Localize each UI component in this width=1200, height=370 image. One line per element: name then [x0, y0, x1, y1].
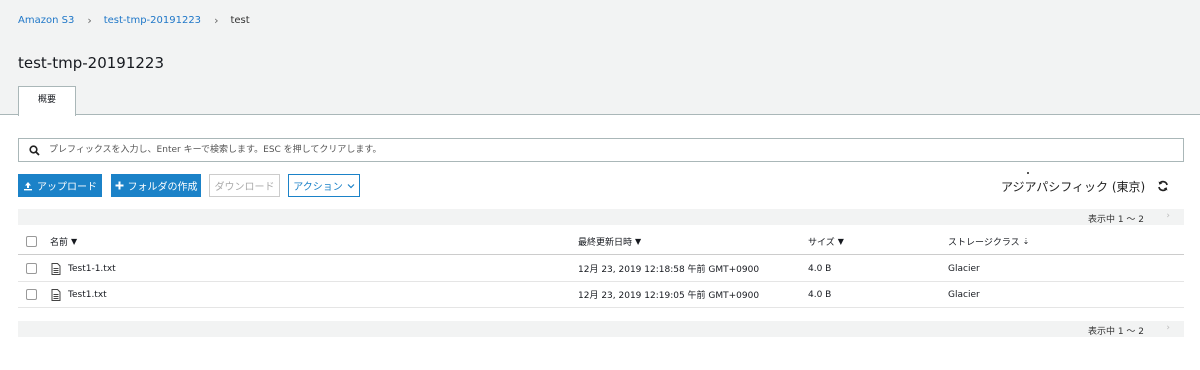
create-folder-button[interactable]: フォルダの作成 — [111, 174, 201, 197]
file-name-link[interactable]: Test1.txt — [68, 290, 107, 300]
decorative-dot — [1027, 172, 1029, 174]
select-all-checkbox-cell — [26, 229, 37, 254]
file-icon — [51, 288, 61, 301]
chevron-right-icon: › — [214, 14, 219, 27]
storage-class-cell: Glacier — [948, 263, 980, 274]
storage-class-cell: Glacier — [948, 289, 980, 300]
upload-button[interactable]: アップロード — [18, 174, 102, 197]
pager-top: 表示中 1 ～ 2 › — [18, 209, 1184, 225]
create-folder-button-label: フォルダの作成 — [127, 182, 198, 193]
column-size[interactable]: サイズ ▼ — [808, 229, 844, 254]
pager-label: 表示中 1 ～ 2 — [1087, 327, 1144, 337]
column-last-modified-label: 最終更新日時 — [578, 238, 633, 248]
actions-dropdown-label: アクション — [293, 182, 343, 193]
upload-icon — [24, 181, 32, 190]
row-checkbox-cell — [26, 256, 37, 281]
size-cell: 4.0 B — [808, 289, 832, 300]
column-storage-class[interactable]: ストレージクラス ⇣ — [948, 229, 1029, 254]
breadcrumb-current: test — [230, 15, 250, 26]
search-icon — [19, 144, 49, 156]
download-button[interactable]: ダウンロード — [209, 174, 280, 197]
file-name-link[interactable]: Test1-1.txt — [68, 264, 116, 274]
page-title: test-tmp-20191223 — [18, 54, 164, 72]
breadcrumb-bucket-link[interactable]: test-tmp-20191223 — [104, 15, 201, 26]
row-checkbox[interactable] — [26, 289, 37, 300]
row-checkbox-cell — [26, 282, 37, 307]
chevron-right-icon: › — [87, 14, 92, 27]
column-last-modified[interactable]: 最終更新日時 ▼ — [578, 229, 641, 254]
refresh-icon[interactable] — [1157, 180, 1169, 192]
last-modified-cell: 12月 23, 2019 12:18:58 午前 GMT+0900 — [578, 265, 760, 275]
file-icon — [51, 262, 61, 275]
sort-down-icon: ▼ — [635, 237, 642, 246]
sort-down-icon: ▼ — [71, 237, 78, 246]
actions-dropdown[interactable]: アクション — [288, 174, 360, 197]
last-modified-cell: 12月 23, 2019 12:19:05 午前 GMT+0900 — [578, 291, 760, 301]
breadcrumb-root-link[interactable]: Amazon S3 — [18, 15, 74, 26]
breadcrumb: Amazon S3 › test-tmp-20191223 › test — [18, 14, 250, 27]
column-name-label: 名前 — [50, 238, 69, 248]
pager-label: 表示中 1 ～ 2 — [1087, 215, 1144, 225]
region-label: アジアパシフィック (東京) — [1001, 180, 1146, 194]
chevron-down-icon — [347, 183, 355, 188]
row-checkbox[interactable] — [26, 263, 37, 274]
upload-button-label: アップロード — [37, 182, 97, 193]
pager-bottom: 表示中 1 ～ 2 › — [18, 321, 1184, 337]
plus-icon — [115, 181, 123, 190]
pager-next-icon[interactable]: › — [1166, 323, 1170, 333]
download-button-label: ダウンロード — [214, 182, 275, 193]
file-name-cell: Test1-1.txt — [51, 256, 116, 281]
column-name[interactable]: 名前 ▼ — [50, 229, 77, 254]
column-size-label: サイズ — [808, 238, 835, 248]
sort-down-icon: ▼ — [837, 237, 844, 246]
size-cell: 4.0 B — [808, 263, 832, 274]
sort-descending-icon: ⇣ — [1022, 237, 1030, 246]
search-input[interactable] — [49, 140, 1149, 160]
table-row[interactable]: Test1.txt 12月 23, 2019 12:19:05 午前 GMT+0… — [18, 282, 1184, 308]
column-storage-class-label: ストレージクラス — [948, 238, 1020, 248]
tab-overview[interactable]: 概要 — [18, 86, 76, 116]
select-all-checkbox[interactable] — [26, 236, 37, 247]
table-row[interactable]: Test1-1.txt 12月 23, 2019 12:18:58 午前 GMT… — [18, 256, 1184, 282]
file-name-cell: Test1.txt — [51, 282, 107, 307]
table-header: 名前 ▼ 最終更新日時 ▼ サイズ ▼ ストレージクラス ⇣ — [18, 229, 1184, 255]
search-bar — [18, 138, 1184, 162]
page-header: Amazon S3 › test-tmp-20191223 › test tes… — [0, 0, 1200, 116]
pager-next-icon[interactable]: › — [1166, 211, 1170, 221]
